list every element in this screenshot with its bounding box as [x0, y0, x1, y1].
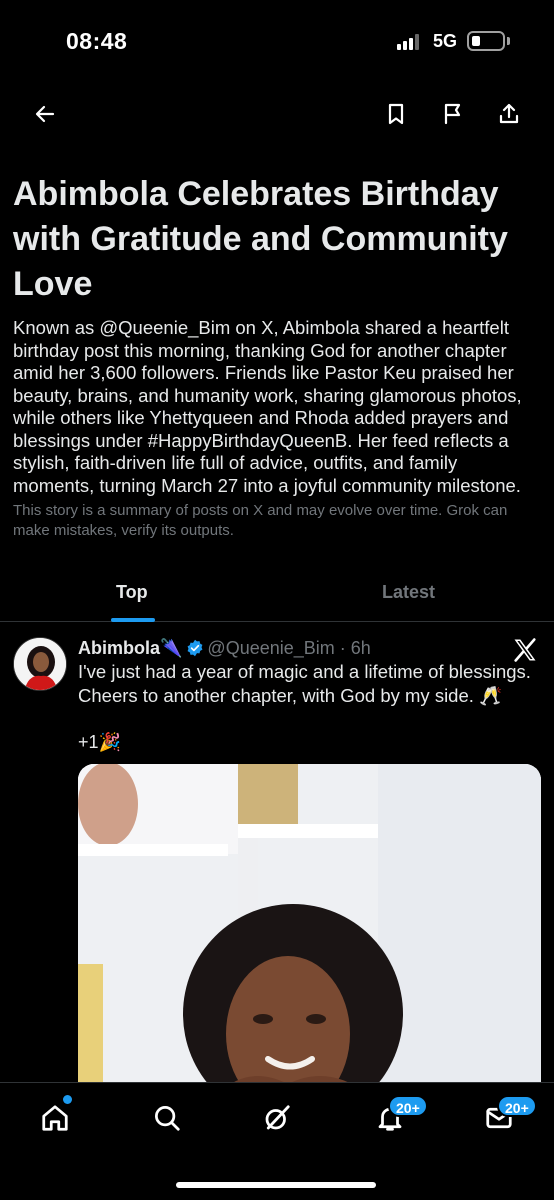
home-notification-dot — [63, 1095, 72, 1104]
share-icon[interactable] — [493, 98, 525, 130]
flag-icon[interactable] — [437, 98, 469, 130]
story-title: Abimbola Celebrates Birthday with Gratit… — [13, 175, 508, 303]
home-icon[interactable] — [38, 1101, 72, 1135]
post-text: I've just had a year of magic and a life… — [78, 661, 531, 706]
verified-badge-icon — [186, 639, 204, 657]
story-disclaimer: This story is a summary of posts on X an… — [13, 502, 508, 539]
post-handle-time[interactable]: @Queenie_Bim · 6h — [207, 638, 370, 658]
active-tab-indicator — [111, 618, 155, 622]
post-author[interactable]: Abimbola🌂 — [78, 638, 182, 658]
messages-badge: 20+ — [497, 1095, 537, 1117]
story-summary: Known as @Queenie_Bim on X, Abimbola sha… — [13, 317, 522, 496]
post-extra: +1🎉 — [78, 732, 121, 752]
tab-top[interactable]: Top — [116, 582, 148, 603]
search-icon[interactable] — [150, 1101, 184, 1135]
bookmark-icon[interactable] — [380, 98, 412, 130]
post-header: Abimbola🌂 @Queenie_Bim · 6h — [78, 636, 371, 660]
avatar[interactable] — [13, 637, 67, 691]
home-indicator — [176, 1182, 376, 1188]
battery-icon — [467, 31, 505, 51]
tab-latest[interactable]: Latest — [382, 582, 435, 603]
cellular-signal-icon — [397, 34, 423, 50]
status-bar: 08:48 5G — [0, 0, 554, 84]
status-time: 08:48 — [66, 28, 128, 54]
tab-bar: Top Latest — [0, 570, 554, 622]
post-media-image[interactable] — [78, 764, 541, 1094]
notifications-badge: 20+ — [388, 1095, 428, 1117]
grok-icon[interactable] — [260, 1101, 294, 1135]
back-arrow-icon[interactable] — [29, 98, 61, 130]
network-type: 5G — [433, 31, 458, 51]
